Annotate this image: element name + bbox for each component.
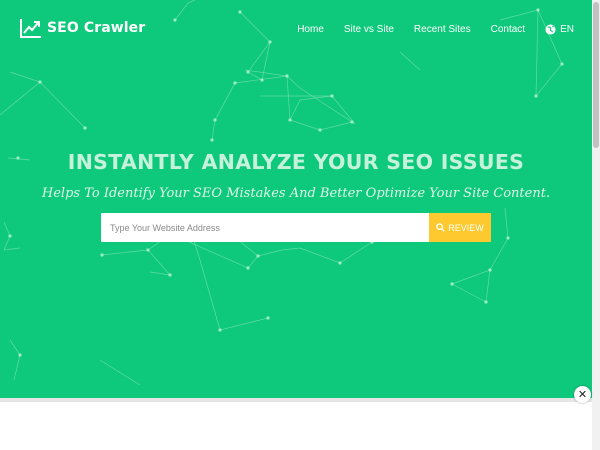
nav-contact[interactable]: Contact: [491, 24, 525, 35]
scrollbar-thumb[interactable]: [593, 2, 599, 148]
review-button-label: REVIEW: [448, 222, 484, 233]
brand-name[interactable]: SEO Crawler: [47, 20, 145, 36]
nav-site-vs-site[interactable]: Site vs Site: [344, 24, 394, 35]
trending-up-chart-icon: [20, 19, 41, 38]
top-navbar: SEO Crawler Home Site vs Site Recent Sit…: [0, 0, 592, 60]
hero-title: INSTANTLY ANALYZE YOUR SEO ISSUES: [67, 150, 525, 174]
hero-section: SEO Crawler Home Site vs Site Recent Sit…: [0, 0, 592, 398]
hero-subtitle: Helps To Identify Your SEO Mistakes And …: [41, 186, 551, 201]
brand-logo[interactable]: SEO Crawler: [20, 18, 145, 38]
section-divider: [0, 398, 592, 402]
main-nav: Home Site vs Site Recent Sites Contact E…: [277, 24, 574, 35]
globe-icon: [545, 24, 556, 35]
language-label: EN: [560, 24, 574, 35]
review-button[interactable]: REVIEW: [429, 213, 491, 242]
close-icon: ✕: [577, 388, 588, 401]
close-button[interactable]: ✕: [574, 386, 591, 403]
page-scrollbar[interactable]: [592, 0, 600, 450]
nav-recent-sites[interactable]: Recent Sites: [414, 24, 471, 35]
search-form: REVIEW: [101, 213, 491, 242]
website-address-input[interactable]: [101, 213, 429, 242]
nav-home[interactable]: Home: [297, 24, 324, 35]
search-icon: [436, 223, 446, 232]
language-selector[interactable]: EN: [545, 24, 574, 35]
